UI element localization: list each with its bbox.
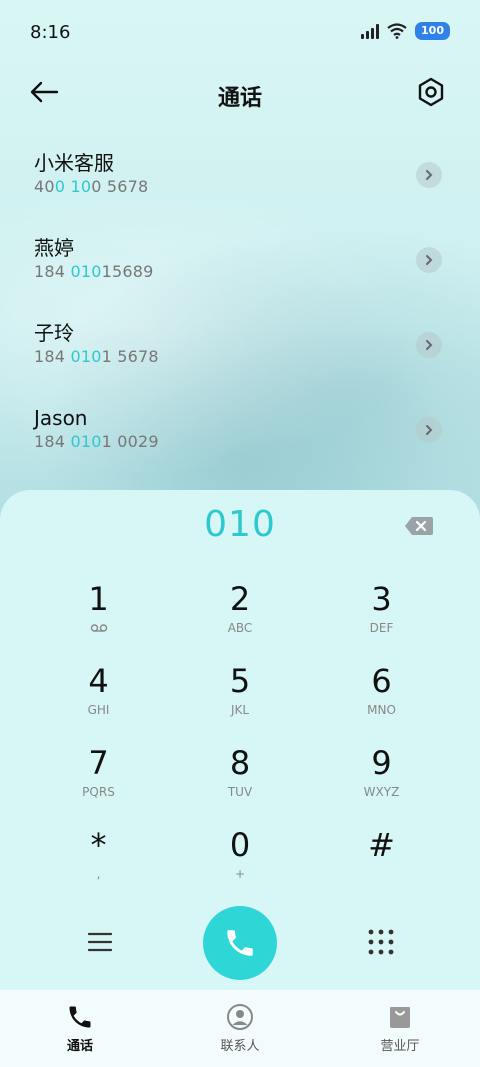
key-letters: TUV: [227, 785, 253, 799]
key-3[interactable]: 3 DEF: [311, 580, 452, 650]
contact-number: 400 100 5678: [34, 177, 149, 196]
dialpad-panel: 010 1 2 ABC 3 DEF 4 GHI 5 JKL 6 MNO 7 PQ…: [0, 490, 480, 990]
key-2[interactable]: 2 ABC: [170, 580, 311, 650]
key-9[interactable]: 9 WXYZ: [311, 744, 452, 814]
dial-actions: [0, 906, 480, 982]
contact-item[interactable]: 小米客服 400 100 5678: [0, 132, 480, 217]
contact-list: 小米客服 400 100 5678 燕婷 184 01015689 子玲 184…: [0, 132, 480, 472]
key-digit: 2: [229, 580, 251, 618]
call-button[interactable]: [203, 906, 277, 980]
key-digit: 0: [229, 826, 251, 864]
key-letters: PQRS: [82, 785, 115, 799]
phone-icon: [227, 930, 253, 956]
signal-icon: [361, 23, 380, 39]
key-letters: +: [234, 867, 246, 881]
key-digit: 1: [88, 580, 109, 618]
voicemail-icon: [90, 624, 107, 632]
tab-label: 通话: [66, 1039, 93, 1054]
key-hash[interactable]: #: [311, 826, 452, 896]
contact-number: 184 0101 5678: [34, 347, 159, 366]
page-title: 通话: [217, 86, 262, 111]
contact-name: Jason: [34, 406, 88, 430]
key-digit: 3: [371, 580, 392, 618]
menu-button[interactable]: [86, 928, 114, 956]
contact-item[interactable]: 燕婷 184 01015689: [0, 217, 480, 302]
tab-contacts[interactable]: 联系人: [180, 1003, 300, 1054]
contact-detail-button[interactable]: [416, 162, 442, 188]
tab-label: 营业厅: [380, 1039, 420, 1054]
key-digit: 8: [229, 744, 251, 782]
key-digit: 4: [88, 662, 109, 700]
tab-calls[interactable]: 通话: [20, 1003, 140, 1054]
key-digit: 7: [88, 744, 109, 782]
dialpad-toggle-button[interactable]: [367, 928, 395, 956]
status-icons: 100: [361, 22, 450, 40]
gear-icon: [418, 77, 444, 107]
key-letters: GHI: [87, 703, 110, 717]
contact-detail-button[interactable]: [416, 247, 442, 273]
key-digit: 6: [371, 662, 392, 700]
key-letters: ABC: [227, 621, 253, 635]
chevron-right-icon: [426, 170, 433, 180]
key-6[interactable]: 6 MNO: [311, 662, 452, 732]
contact-detail-button[interactable]: [416, 417, 442, 443]
chevron-right-icon: [426, 425, 433, 435]
menu-icon: [87, 932, 113, 952]
phone-icon: [69, 1006, 91, 1028]
keypad: 1 2 ABC 3 DEF 4 GHI 5 JKL 6 MNO 7 PQRS 8…: [28, 580, 452, 908]
backspace-icon: [405, 517, 433, 535]
bag-icon: [390, 1007, 410, 1028]
key-digit: 9: [371, 744, 392, 782]
backspace-button[interactable]: [404, 516, 434, 536]
contact-item[interactable]: 子玲 184 0101 5678: [0, 302, 480, 387]
key-digit: *: [90, 826, 107, 864]
chevron-right-icon: [426, 255, 433, 265]
key-4[interactable]: 4 GHI: [28, 662, 169, 732]
contact-number: 184 01015689: [34, 262, 154, 281]
key-0[interactable]: 0 +: [170, 826, 311, 896]
key-letters: MNO: [367, 703, 396, 717]
grid-dots-icon: [368, 929, 394, 955]
person-icon: [227, 1004, 253, 1030]
tab-label: 联系人: [220, 1039, 260, 1054]
contact-name: 燕婷: [34, 236, 74, 260]
contact-name: 子玲: [34, 321, 74, 345]
battery-icon: 100: [415, 22, 450, 40]
key-7[interactable]: 7 PQRS: [28, 744, 169, 814]
key-letters: DEF: [369, 621, 394, 635]
chevron-right-icon: [426, 340, 433, 350]
key-digit: 5: [229, 662, 251, 700]
wifi-icon: [387, 23, 407, 39]
key-5[interactable]: 5 JKL: [170, 662, 311, 732]
contact-detail-button[interactable]: [416, 332, 442, 358]
status-bar: 8:16 100: [0, 0, 480, 66]
contact-number: 184 0101 0029: [34, 432, 159, 451]
settings-button[interactable]: [416, 76, 450, 112]
key-letters: ,: [96, 867, 101, 881]
contact-item[interactable]: Jason 184 0101 0029: [0, 387, 480, 472]
header: 通话: [0, 66, 480, 122]
tab-service-hall[interactable]: 营业厅: [340, 1003, 460, 1054]
key-star[interactable]: * ,: [28, 826, 169, 896]
key-letters: WXYZ: [363, 785, 400, 799]
key-8[interactable]: 8 TUV: [170, 744, 311, 814]
key-digit: #: [368, 826, 395, 864]
status-time: 8:16: [30, 22, 71, 43]
tab-bar: 通话 联系人 营业厅: [0, 990, 480, 1067]
contact-name: 小米客服: [34, 151, 114, 175]
key-1[interactable]: 1: [28, 580, 169, 650]
key-letters: JKL: [230, 703, 250, 717]
